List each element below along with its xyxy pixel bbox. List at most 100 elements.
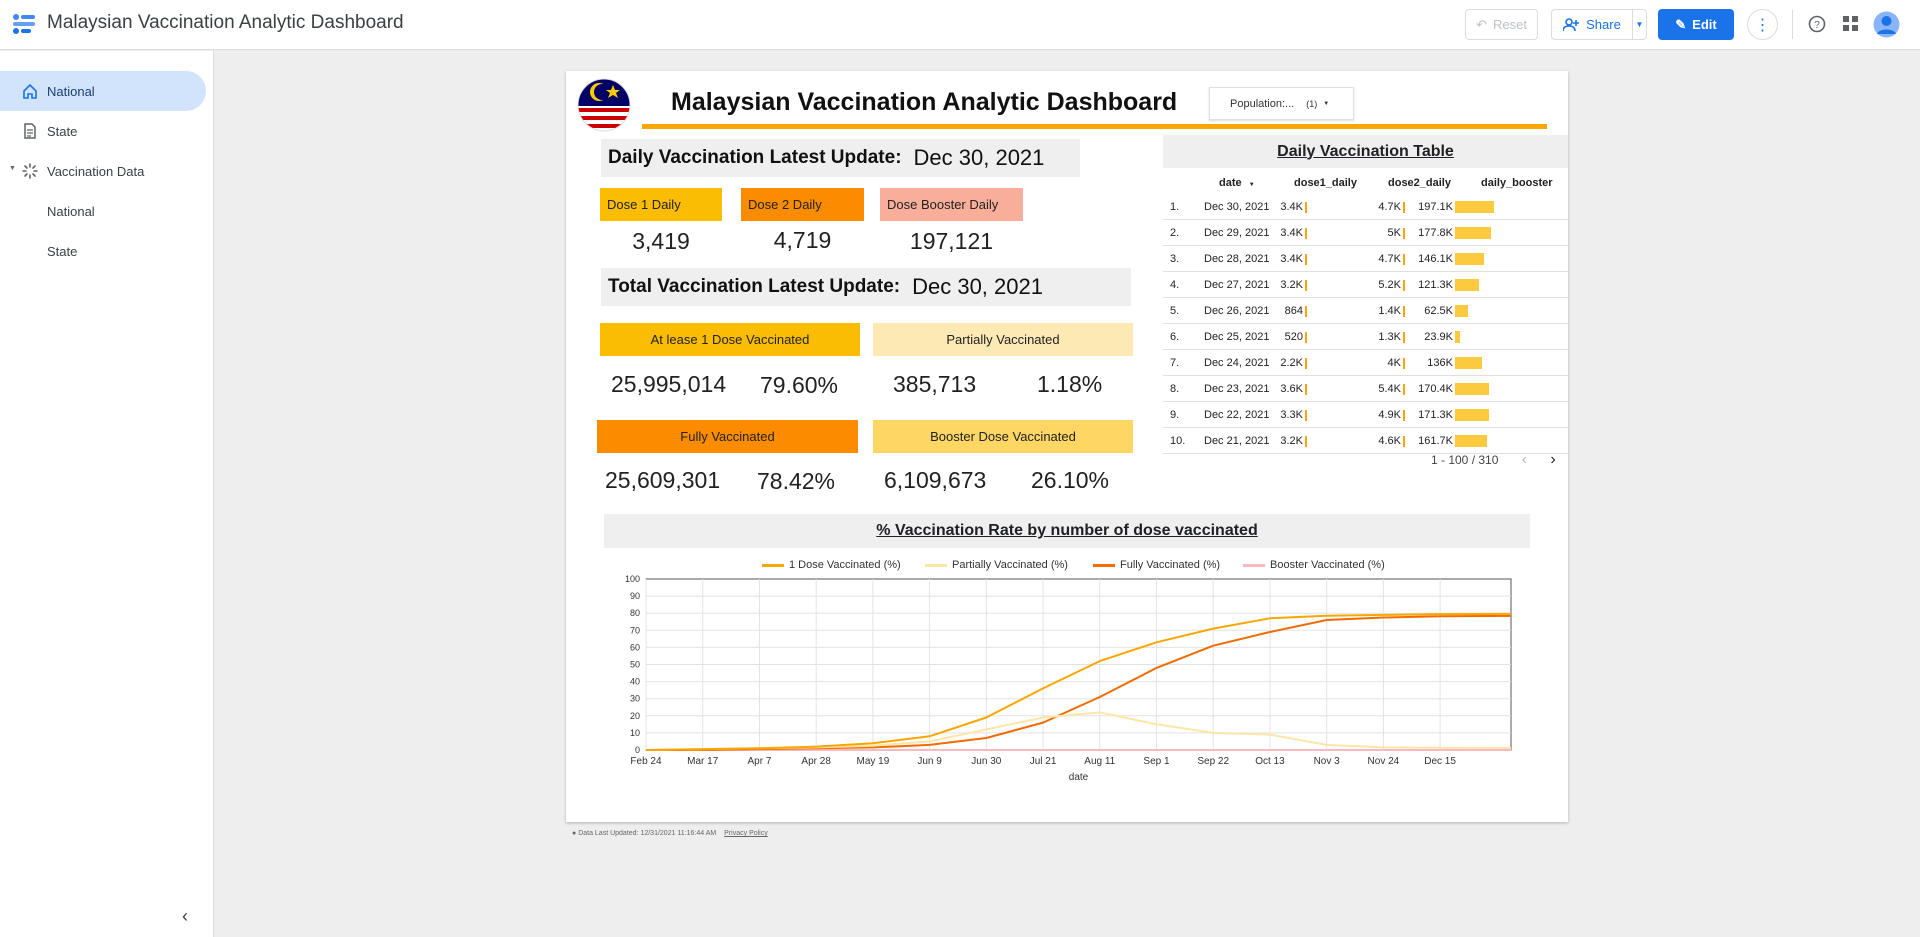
booster-bar — [1455, 201, 1494, 213]
cell-booster: 177.8K — [1418, 227, 1453, 239]
booster-bar — [1455, 253, 1484, 265]
sidebar-item-vaccination-data[interactable]: ▼ Vaccination Data — [0, 151, 206, 191]
at-least-one-dose-label: At lease 1 Dose Vaccinated — [600, 323, 860, 356]
col-header-dose2[interactable]: dose2_daily — [1388, 177, 1451, 189]
collapse-sidebar-icon[interactable]: ‹ — [182, 906, 188, 927]
svg-text:?: ? — [1814, 20, 1820, 31]
y-tick-label: 70 — [630, 625, 640, 635]
daily-update-date: Dec 30, 2021 — [913, 145, 1045, 170]
booster-bar — [1455, 279, 1479, 291]
caret-down-icon: ▼ — [1635, 20, 1644, 29]
sidebar-subitem-national[interactable]: National — [0, 191, 206, 231]
avatar[interactable] — [1873, 11, 1900, 38]
cell-date: Dec 22, 2021 — [1204, 409, 1270, 421]
table-row[interactable]: 5. Dec 26, 2021 864 1.4K 62.5K — [1163, 298, 1568, 324]
apps-grid-icon[interactable] — [1843, 16, 1858, 31]
booster-bar — [1455, 435, 1487, 447]
dose1-bar — [1305, 358, 1307, 369]
y-tick-label: 30 — [630, 694, 640, 704]
table-row[interactable]: 6. Dec 25, 2021 520 1.3K 23.9K — [1163, 324, 1568, 350]
cell-dose2: 4K — [1387, 357, 1401, 369]
dose2-daily-value: 4,719 — [773, 227, 832, 253]
table-pager: 1 - 100 / 310 ‹ › — [1431, 451, 1556, 469]
x-tick-label: May 19 — [856, 756, 889, 767]
booster-bar — [1455, 305, 1468, 317]
x-tick-label: Mar 17 — [687, 756, 719, 767]
y-tick-label: 80 — [630, 608, 640, 618]
pager-range: 1 - 100 / 310 — [1431, 453, 1499, 467]
total-update-header: Total Vaccination Latest Update: Dec 30,… — [601, 268, 1131, 306]
cell-dose2: 5.4K — [1378, 383, 1401, 395]
x-tick-label: Jun 30 — [971, 756, 1001, 767]
cell-dose1: 3.3K — [1280, 409, 1303, 421]
sidebar-item-label: Vaccination Data — [47, 163, 145, 179]
daily-update-header: Daily Vaccination Latest Update: Dec 30,… — [601, 139, 1080, 177]
dose2-bar — [1403, 228, 1405, 239]
dose2-bar — [1403, 436, 1405, 447]
info-icon: ● — [572, 830, 577, 837]
add-person-icon — [1563, 17, 1580, 31]
col-header-date[interactable]: date ▼ — [1219, 177, 1255, 189]
prev-page-icon[interactable]: ‹ — [1522, 451, 1527, 468]
sidebar-item-state[interactable]: State — [0, 111, 206, 151]
toolbar-divider — [1792, 10, 1793, 39]
chart-title: % Vaccination Rate by number of dose vac… — [604, 514, 1530, 548]
more-options-button[interactable]: ⋮ — [1747, 9, 1778, 40]
undo-icon: ↶ — [1476, 16, 1487, 32]
x-tick-label: Sep 1 — [1143, 756, 1170, 767]
footer: ● Data Last Updated: 12/31/2021 11:16:44… — [572, 830, 768, 837]
cell-dose1: 3.2K — [1280, 435, 1303, 447]
next-page-icon[interactable]: › — [1550, 451, 1555, 468]
fully-vaccinated-label: Fully Vaccinated — [597, 420, 858, 453]
sidebar-item-national[interactable]: National — [0, 71, 206, 111]
x-tick-label: Jul 21 — [1030, 756, 1057, 767]
dose2-bar — [1403, 202, 1405, 213]
table-row[interactable]: 3. Dec 28, 2021 3.4K 4.7K 146.1K — [1163, 246, 1568, 272]
edit-button[interactable]: ✎ Edit — [1658, 9, 1734, 40]
share-options-button[interactable]: ▼ — [1632, 9, 1647, 40]
cell-date: Dec 27, 2021 — [1204, 279, 1270, 291]
privacy-policy-link[interactable]: Privacy Policy — [724, 830, 768, 837]
col-header-dose1[interactable]: dose1_daily — [1294, 177, 1357, 189]
edit-label: Edit — [1692, 17, 1717, 32]
help-icon[interactable]: ? — [1808, 15, 1826, 33]
legend-item-partial[interactable]: Partially Vaccinated (%) — [925, 559, 1068, 571]
table-row[interactable]: 8. Dec 23, 2021 3.6K 5.4K 170.4K — [1163, 376, 1568, 402]
table-row[interactable]: 7. Dec 24, 2021 2.2K 4K 136K — [1163, 350, 1568, 376]
legend-item-1dose[interactable]: 1 Dose Vaccinated (%) — [762, 559, 901, 571]
booster-vaccinated-count: 6,109,673 — [884, 467, 987, 493]
table-row[interactable]: 1. Dec 30, 2021 3.4K 4.7K 197.1K — [1163, 194, 1568, 220]
total-header-label: Total Vaccination Latest Update: — [608, 276, 901, 297]
table-row[interactable]: 9. Dec 22, 2021 3.3K 4.9K 171.3K — [1163, 402, 1568, 428]
vaccination-rate-line-chart: 0 10 20 30 40 50 60 70 80 90 100 Feb 24 Mar 17 Apr 7 A… — [625, 574, 1512, 783]
legend-item-fully[interactable]: Fully Vaccinated (%) — [1093, 559, 1220, 571]
dose2-bar — [1403, 332, 1405, 343]
table-row[interactable]: 2. Dec 29, 2021 3.4K 5K 177.8K — [1163, 220, 1568, 246]
cell-date: Dec 29, 2021 — [1204, 227, 1270, 239]
dose1-bar — [1305, 410, 1307, 421]
row-index: 2. — [1170, 227, 1180, 239]
cell-dose1: 3.4K — [1280, 253, 1303, 265]
legend-label: Fully Vaccinated (%) — [1120, 559, 1221, 571]
dose1-bar — [1305, 254, 1307, 265]
booster-vaccinated-pct: 26.10% — [1031, 467, 1110, 493]
dose1-bar — [1305, 228, 1307, 239]
cell-booster: 161.7K — [1418, 435, 1453, 447]
y-tick-label: 20 — [630, 711, 640, 721]
table-row[interactable]: 4. Dec 27, 2021 3.2K 5.2K 121.3K — [1163, 272, 1568, 298]
reset-button[interactable]: ↶ Reset — [1465, 9, 1538, 40]
population-filter-dropdown[interactable]: Population:... (1) ▼ — [1209, 87, 1354, 120]
cell-booster: 197.1K — [1418, 201, 1453, 213]
legend-item-booster[interactable]: Booster Vaccinated (%) — [1243, 559, 1385, 571]
row-index: 6. — [1170, 331, 1180, 343]
dose1-bar — [1305, 202, 1307, 213]
cell-date: Dec 25, 2021 — [1204, 331, 1270, 343]
caret-down-icon: ▼ — [1323, 100, 1330, 107]
row-index: 10. — [1170, 435, 1186, 447]
booster-vaccinated-label: Booster Dose Vaccinated — [873, 420, 1133, 453]
cell-date: Dec 28, 2021 — [1204, 253, 1270, 265]
share-button[interactable]: Share — [1551, 9, 1632, 40]
col-header-booster[interactable]: daily_booster — [1481, 177, 1553, 189]
partially-vaccinated-label: Partially Vaccinated — [873, 323, 1133, 356]
sidebar-subitem-state[interactable]: State — [0, 231, 206, 271]
